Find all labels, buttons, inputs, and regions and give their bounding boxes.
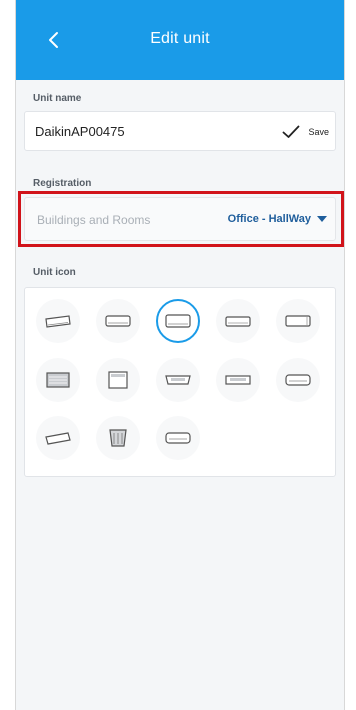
- registration-selected-value: Office - HallWay: [227, 213, 311, 225]
- unit-icon-option-selected[interactable]: [156, 299, 200, 343]
- unit-name-input[interactable]: [35, 122, 225, 140]
- unit-name-field: Save: [24, 111, 336, 151]
- wall-unit-icon: [105, 315, 131, 327]
- unit-icon-option[interactable]: [156, 416, 200, 460]
- app-header: Edit unit: [16, 0, 344, 80]
- unit-icon-option[interactable]: [96, 299, 140, 343]
- caret-down-icon: [317, 216, 327, 222]
- ceiling-unit-icon: [165, 375, 191, 385]
- duct-unit-icon: [285, 374, 311, 386]
- unit-icon-option[interactable]: [276, 299, 320, 343]
- unit-icon-option[interactable]: [36, 299, 80, 343]
- save-label: Save: [308, 127, 329, 137]
- checkmark-icon: [283, 125, 300, 138]
- registration-dropdown[interactable]: Buildings and Rooms Office - HallWay: [24, 197, 336, 241]
- duct-unit-icon: [165, 432, 191, 444]
- cassette-unit-icon: [46, 372, 70, 388]
- window-unit-icon: [108, 371, 128, 389]
- ceiling-unit-icon: [225, 375, 251, 385]
- wall-unit-icon: [165, 314, 191, 328]
- unit-icon-label: Unit icon: [33, 267, 76, 278]
- wall-unit-icon: [285, 315, 311, 327]
- page-title: Edit unit: [150, 30, 210, 47]
- unit-icon-option[interactable]: [96, 416, 140, 460]
- unit-icon-grid: [24, 287, 336, 477]
- unit-icon-option[interactable]: [156, 358, 200, 402]
- wall-unit-slim-icon: [45, 315, 71, 328]
- unit-icon-option[interactable]: [276, 358, 320, 402]
- wall-unit-slim-icon: [45, 432, 71, 445]
- unit-icon-option[interactable]: [216, 358, 260, 402]
- app-screen: Edit unit Unit name Save Registration Bu…: [15, 0, 345, 710]
- registration-label: Registration: [33, 178, 92, 189]
- registration-placeholder: Buildings and Rooms: [37, 213, 151, 227]
- floor-unit-icon: [109, 429, 127, 447]
- unit-icon-option[interactable]: [216, 299, 260, 343]
- unit-icon-option[interactable]: [36, 416, 80, 460]
- unit-icon-option[interactable]: [36, 358, 80, 402]
- save-button[interactable]: Save: [282, 122, 329, 142]
- wall-unit-icon: [225, 316, 251, 327]
- unit-icon-option[interactable]: [96, 358, 140, 402]
- unit-name-label: Unit name: [33, 93, 82, 104]
